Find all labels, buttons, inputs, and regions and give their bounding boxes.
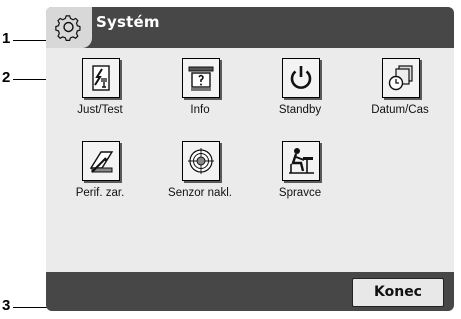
callout-1: 1	[2, 30, 11, 47]
just-test-button[interactable]	[82, 58, 120, 98]
gear-icon	[46, 7, 92, 48]
standby-button[interactable]	[282, 58, 320, 98]
info-button[interactable]	[182, 58, 220, 98]
tile-label: Info	[190, 104, 210, 116]
adjust-test-icon	[92, 65, 110, 91]
callout-3: 3	[2, 297, 11, 314]
tile-info[interactable]: Info	[150, 58, 250, 128]
tile-label: Perif. zar.	[75, 187, 125, 199]
perif-zar-button[interactable]	[82, 141, 120, 181]
terminal-screen: Systém Just/Test Info Standby Datum/Cas …	[46, 7, 454, 311]
tile-senzor-nakl[interactable]: Senzor nakl.	[150, 141, 250, 211]
title-bar: Systém	[46, 7, 454, 48]
senzor-nakl-button[interactable]	[182, 141, 220, 181]
spravce-button[interactable]	[282, 141, 320, 181]
tile-datum-cas[interactable]: Datum/Cas	[350, 58, 450, 128]
tile-standby[interactable]: Standby	[250, 58, 350, 128]
tile-label: Senzor nakl.	[168, 187, 232, 199]
function-grid: Just/Test Info Standby Datum/Cas Perif. …	[46, 48, 454, 272]
tile-perif-zar[interactable]: Perif. zar.	[50, 141, 150, 211]
page-title: Systém	[96, 13, 160, 31]
callout-2: 2	[2, 69, 11, 86]
konec-button[interactable]: Konec	[352, 278, 444, 307]
bottom-bar: Konec	[46, 272, 454, 311]
tile-label: Standby	[278, 104, 322, 116]
tile-label: Datum/Cas	[371, 104, 429, 116]
info-icon	[188, 66, 214, 91]
peripherals-icon	[89, 151, 114, 173]
power-icon	[290, 66, 312, 89]
tile-spravce[interactable]: Spravce	[250, 141, 350, 211]
level-sensor-icon	[188, 148, 214, 174]
date-time-icon	[388, 65, 413, 91]
tile-label: Spravce	[278, 187, 322, 199]
administrator-icon	[289, 148, 314, 174]
tile-label: Just/Test	[77, 104, 123, 116]
tile-just-test[interactable]: Just/Test	[50, 58, 150, 128]
datum-cas-button[interactable]	[382, 58, 420, 98]
